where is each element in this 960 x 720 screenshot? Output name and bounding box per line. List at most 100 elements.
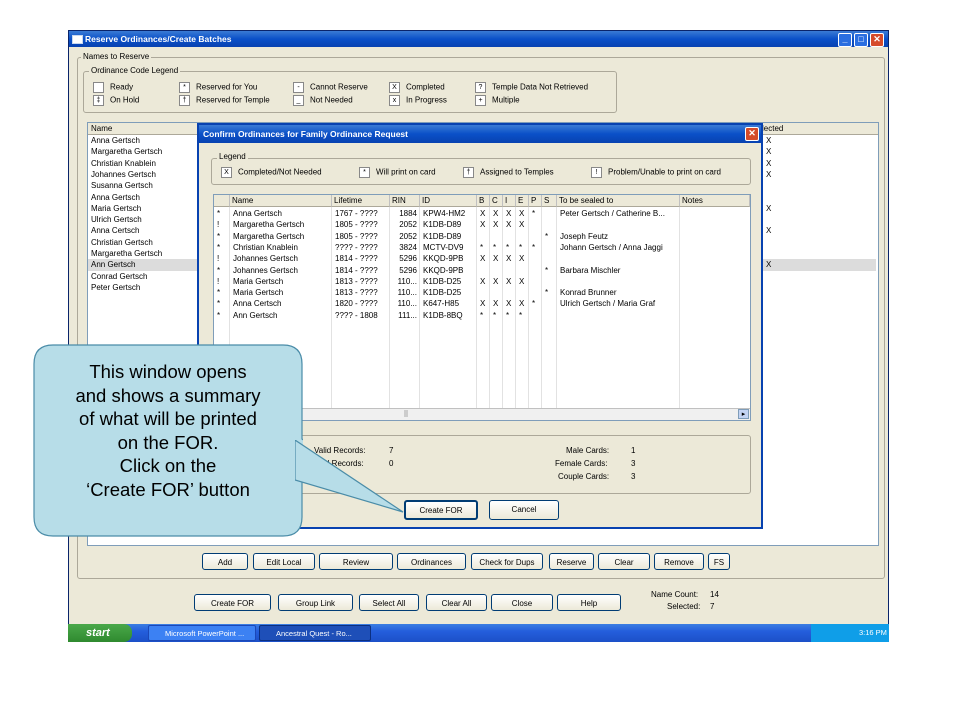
ordinance-legend-item: - Cannot Reserve [293, 82, 368, 93]
minimize-icon[interactable]: _ [838, 33, 852, 47]
grid-cell: Ulrich Gertsch / Maria Graf [560, 299, 656, 309]
grid-cell: 1814 - ???? [335, 254, 378, 264]
grid-row[interactable]: ! Margaretha Gertsch 1805 - ???? 2052 K1DB-D… [214, 219, 750, 230]
ordinance-legend-item: x In Progress [389, 95, 447, 106]
grid-cell: Johannes Gertsch [233, 254, 298, 264]
grid-row[interactable]: ! Maria Gertsch 1813 - ???? 110... K1DB-D25 X… [214, 276, 750, 287]
action-button[interactable]: Add [202, 553, 248, 570]
bottom-button[interactable]: Create FOR [194, 594, 271, 611]
grid-cell: ???? - 1808 [335, 310, 378, 320]
name-cell: Ann Gertsch [91, 260, 136, 270]
legend-label: Completed [406, 82, 445, 92]
name-count-value: 14 [710, 590, 719, 599]
taskbar-powerpoint[interactable]: Microsoft PowerPoint ... [148, 625, 256, 641]
grid-column-header[interactable]: RIN [390, 195, 420, 207]
action-button[interactable]: Clear [598, 553, 650, 570]
ordinance-legend-item: X Completed [389, 82, 445, 93]
grid-row[interactable]: * Christian Knablein ???? - ???? 3824 MCTV-D… [214, 242, 750, 253]
action-button[interactable]: Reserve [549, 553, 594, 570]
grid-cell: * [217, 265, 221, 275]
bottom-button[interactable]: Clear All [426, 594, 487, 611]
start-button[interactable]: start [68, 624, 132, 642]
scroll-thumb[interactable] [404, 410, 408, 417]
legend-label: In Progress [406, 95, 447, 105]
system-tray: 3:16 PM [811, 624, 889, 642]
grid-cell: 3824 [399, 242, 417, 252]
grid-cell: 2052 [399, 220, 417, 230]
legend-symbol: * [179, 82, 190, 93]
name-cell: Johannes Gertsch [91, 169, 156, 179]
dialog-close-icon[interactable]: ✕ [745, 127, 759, 141]
legend-label: Cannot Reserve [310, 82, 368, 92]
selected-cell: X [766, 260, 772, 270]
grid-cell: 5296 [399, 265, 417, 275]
callout-line: and shows a summary [75, 384, 261, 406]
legend-label: Ready [110, 82, 134, 92]
grid-row[interactable]: * Anna Certsch 1820 - ???? 110... K647-H85 X X… [214, 298, 750, 309]
grid-cell: K1DB-8BQ [423, 310, 463, 320]
selected-column-header[interactable]: lected [762, 123, 783, 134]
selected-cell: X [766, 203, 772, 213]
name-cell: Anna Gertsch [91, 192, 140, 202]
grid-cell: ! [217, 220, 220, 230]
action-button[interactable]: Review [319, 553, 393, 570]
ordinance-legend-item: * Reserved for You [179, 82, 257, 93]
grid-cell: Ann Gertsch [233, 310, 278, 320]
action-button-label: Clear [614, 558, 634, 567]
grid-column-header[interactable]: E [516, 195, 529, 207]
bottom-button[interactable]: Select All [359, 594, 419, 611]
grid-row[interactable]: ! Johannes Gertsch 1814 - ???? 5296 KKQD-9PB… [214, 253, 750, 264]
bottom-button[interactable]: Group Link [278, 594, 353, 611]
selected-cell: X [766, 169, 772, 179]
action-button[interactable]: FS [708, 553, 730, 570]
scroll-right-icon[interactable]: ▸ [738, 409, 749, 419]
grid-column-header[interactable]: ID [420, 195, 477, 207]
grid-row[interactable]: * Maria Gertsch 1813 - ???? 110... K1DB-D25 *… [214, 287, 750, 298]
grid-column-header[interactable]: Lifetime [332, 195, 390, 207]
grid-cell: Anna Certsch [233, 299, 282, 309]
grid-cell: KKQD-9PB [423, 254, 464, 264]
grid-column-header[interactable]: To be sealed to [557, 195, 680, 207]
ordinance-legend-item: ? Temple Data Not Retrieved [475, 82, 588, 93]
action-button-label: Add [217, 558, 233, 567]
action-button[interactable]: Check for Dups [471, 553, 543, 570]
dialog-legend-label: Will print on card [376, 167, 436, 177]
grid-row[interactable]: * Margaretha Gertsch 1805 - ???? 2052 K1DB-D… [214, 231, 750, 242]
bottom-button[interactable]: Close [491, 594, 553, 611]
legend-label: Reserved for Temple [196, 95, 270, 105]
dialog-legend-symbol: X [221, 167, 232, 178]
grid-row[interactable]: * Anna Gertsch 1767 - ???? 1884 KPW4-HM2 X X X X… [214, 208, 750, 219]
grid-column-header[interactable]: P [529, 195, 542, 207]
name-cell: Margaretha Gertsch [91, 249, 163, 258]
restore-icon[interactable]: □ [854, 33, 868, 47]
grid-cell: * [217, 299, 221, 309]
grid-cell: Maria Gertsch [233, 288, 284, 298]
grid-column-header[interactable]: S [542, 195, 557, 207]
taskbar-ancestral-quest[interactable]: Ancestral Quest - Ro... [259, 625, 371, 641]
cancel-button[interactable]: Cancel [489, 500, 559, 520]
name-column-header[interactable]: Name [91, 124, 112, 133]
grid-cell: 1813 - ???? [335, 288, 378, 298]
grid-column-header[interactable] [214, 195, 230, 207]
grid-column-header[interactable]: B [477, 195, 490, 207]
grid-row[interactable]: * Ann Gertsch???? - 1808 111... K1DB-8BQ * * *… [214, 310, 750, 321]
ordinance-legend-item: ‡ On Hold [93, 95, 139, 106]
female-cards-label: Female Cards: [555, 459, 608, 468]
grid-column-header[interactable]: Notes [680, 195, 750, 207]
close-icon[interactable]: ✕ [870, 33, 884, 47]
create-for-button[interactable]: Create FOR [404, 500, 478, 520]
grid-column-header[interactable]: Name [230, 195, 332, 207]
action-button[interactable]: Ordinances [397, 553, 466, 570]
legend-label: Temple Data Not Retrieved [492, 82, 589, 92]
grid-row[interactable]: * Johannes Gertsch 1814 - ???? 5296 KKQD-9PB… [214, 265, 750, 276]
dialog-legend-label: Legend [217, 152, 248, 161]
legend-label: Reserved for You [196, 82, 258, 92]
action-button[interactable]: Edit Local [253, 553, 315, 570]
grid-cell: 2052 [399, 231, 417, 241]
name-cell: Peter Gertsch [91, 282, 141, 292]
bottom-button[interactable]: Help [557, 594, 621, 611]
action-button[interactable]: Remove [654, 553, 704, 570]
legend-label: Not Needed [310, 95, 353, 105]
grid-column-header[interactable]: C [490, 195, 503, 207]
grid-column-header[interactable]: I [503, 195, 516, 207]
